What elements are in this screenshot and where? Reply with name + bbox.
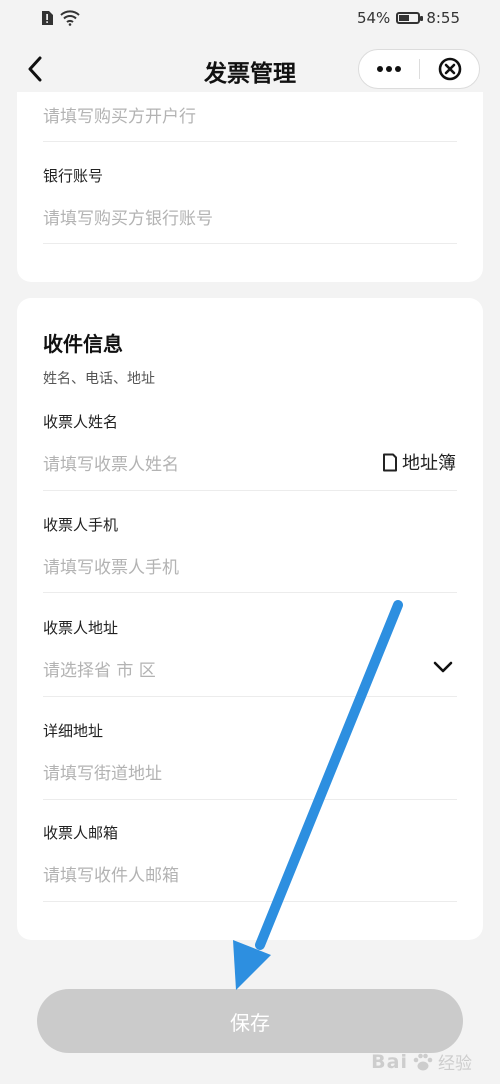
status-bar: 54% 8:55 <box>0 0 500 38</box>
bank-input[interactable]: 请填写购买方开户行 <box>43 102 457 127</box>
address-book-label: 地址簿 <box>402 453 456 474</box>
receiver-name-input[interactable]: 请填写收票人姓名 <box>43 450 343 475</box>
arrow-head <box>233 940 271 990</box>
close-button[interactable] <box>420 49 479 89</box>
clock: 8:55 <box>426 9 460 27</box>
wifi-icon <box>60 10 80 26</box>
address-book-button[interactable]: 地址簿 <box>382 449 456 475</box>
divider <box>43 243 457 244</box>
more-dots-icon <box>377 66 401 72</box>
receiver-name-label: 收票人姓名 <box>43 413 119 431</box>
detail-address-label: 详细地址 <box>43 722 104 740</box>
region-select[interactable]: 请选择省 市 区 <box>43 656 403 681</box>
mini-program-capsule <box>358 49 480 89</box>
paw-icon <box>413 1053 433 1070</box>
status-right: 54% 8:55 <box>357 9 460 27</box>
close-circle-icon <box>438 57 461 81</box>
receiver-phone-label: 收票人手机 <box>43 516 119 534</box>
more-button[interactable] <box>359 49 419 89</box>
section-subtitle: 姓名、电话、地址 <box>43 371 155 387</box>
sim-alert-icon <box>42 11 53 25</box>
divider <box>43 901 457 902</box>
status-left <box>40 10 80 26</box>
bank-account-label: 银行账号 <box>43 167 104 185</box>
battery-percent: 54% <box>356 9 391 27</box>
watermark: Bai 经验 <box>371 1049 472 1075</box>
chevron-down-icon[interactable] <box>433 661 453 673</box>
bank-account-input[interactable]: 请填写购买方银行账号 <box>43 204 457 229</box>
battery-icon <box>396 12 424 24</box>
receiver-email-label: 收票人邮箱 <box>43 824 119 842</box>
buyer-info-card: 请填写购买方开户行 银行账号 请填写购买方银行账号 <box>17 92 483 282</box>
receiver-email-input[interactable]: 请填写收件人邮箱 <box>43 861 457 886</box>
watermark-suffix: 经验 <box>438 1054 472 1074</box>
battery-fill <box>399 15 410 21</box>
receiver-phone-input[interactable]: 请填写收票人手机 <box>43 553 457 578</box>
address-book-icon <box>383 453 397 471</box>
divider <box>43 696 457 697</box>
receiver-info-card: 收件信息 姓名、电话、地址 收票人姓名 请填写收票人姓名 地址簿 收票人手机 请… <box>17 298 483 940</box>
receiver-region-label: 收票人地址 <box>43 619 119 637</box>
divider <box>43 141 457 142</box>
watermark-text: Bai <box>371 1050 408 1073</box>
divider <box>43 490 457 491</box>
save-button[interactable]: 保存 <box>37 989 463 1053</box>
divider <box>43 799 457 800</box>
navigation-bar: 发票管理 <box>0 38 500 100</box>
section-title: 收件信息 <box>43 332 123 356</box>
divider <box>43 592 457 593</box>
detail-address-input[interactable]: 请填写街道地址 <box>43 759 457 784</box>
